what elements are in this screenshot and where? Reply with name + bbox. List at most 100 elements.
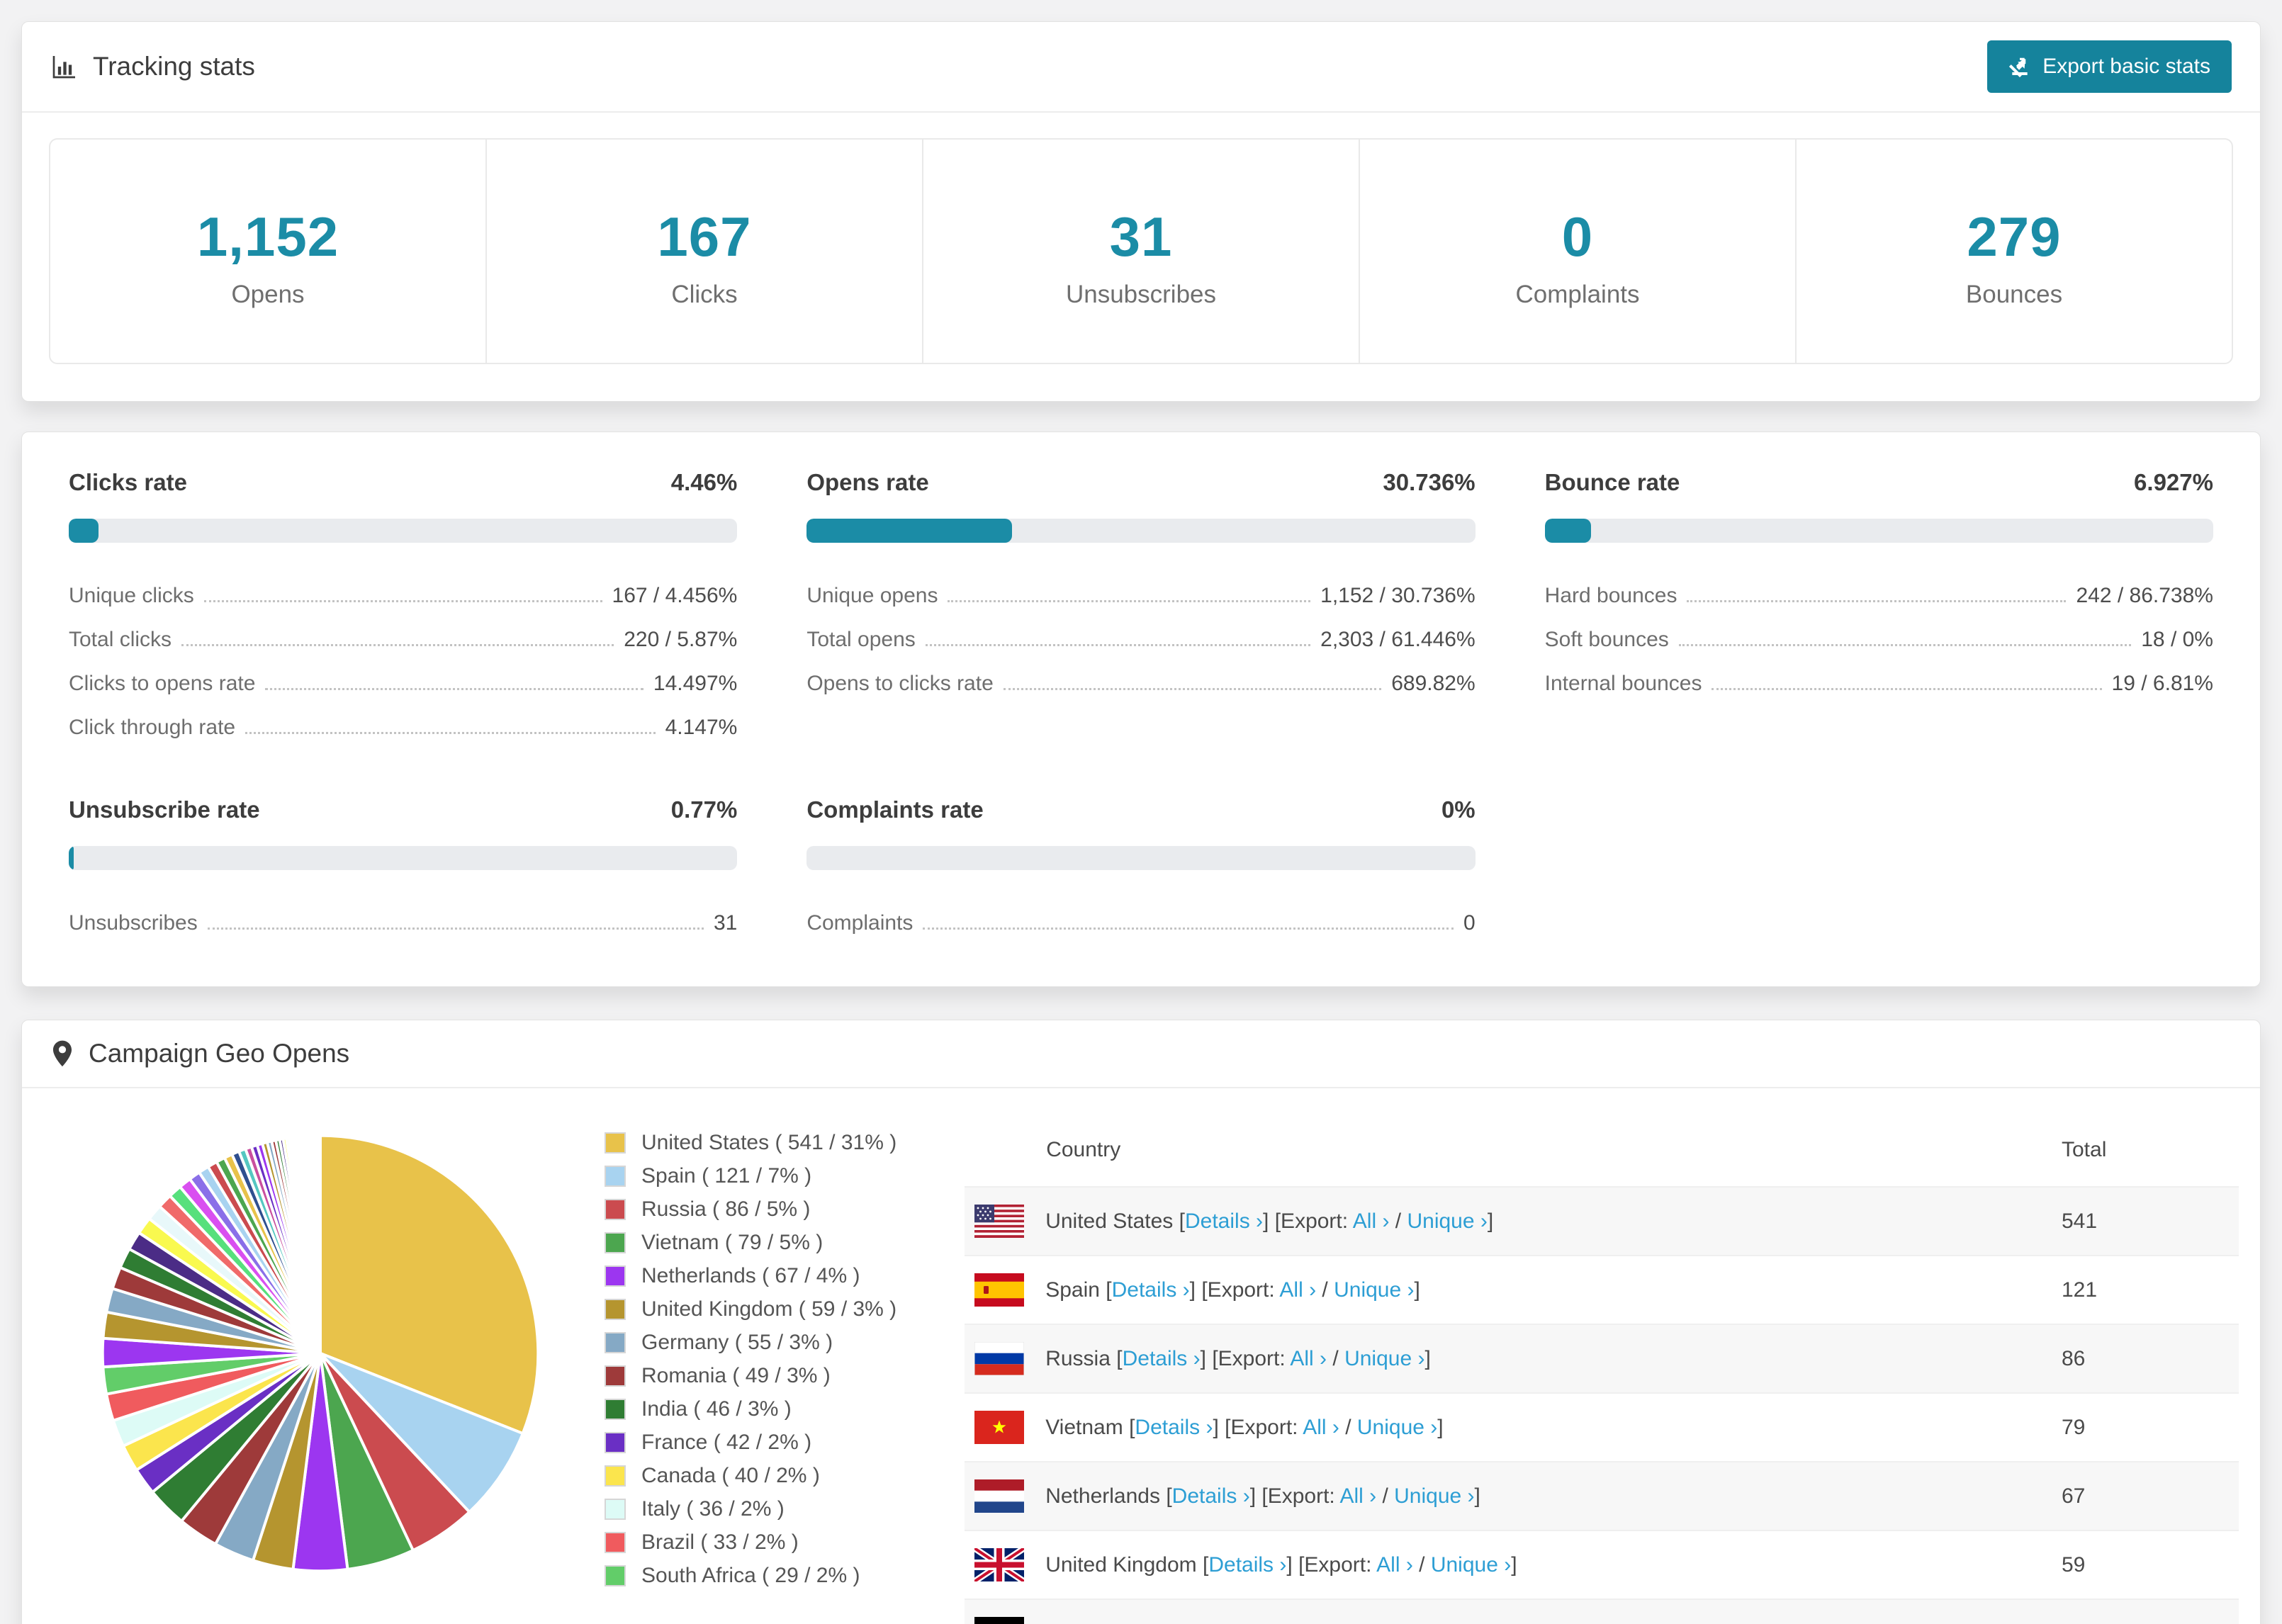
legend-swatch (605, 1132, 626, 1154)
table-header-row: Country Total (965, 1118, 2239, 1187)
legend-swatch (605, 1465, 626, 1487)
geo-table: Country Total United States [Details ›] … (965, 1118, 2239, 1624)
legend-label: Vietnam ( 79 / 5% ) (641, 1231, 824, 1254)
details-link[interactable]: Details › (1185, 1209, 1263, 1233)
details-link[interactable]: Details › (1112, 1278, 1190, 1302)
stat-complaints: 0 Complaints (1359, 140, 1795, 363)
rate-stat-label: Total clicks (69, 628, 172, 651)
legend-swatch (605, 1332, 626, 1353)
country-total: 59 (2062, 1530, 2239, 1599)
export-all-link[interactable]: All › (1339, 1484, 1376, 1508)
legend-label: Russia ( 86 / 5% ) (641, 1197, 811, 1221)
export-unique-link[interactable]: Unique › (1407, 1209, 1487, 1233)
geo-opens-header: Campaign Geo Opens (22, 1020, 2260, 1088)
country-name: United States (1045, 1209, 1174, 1233)
country-total: 55 (2062, 1598, 2239, 1624)
details-link[interactable]: Details › (1123, 1347, 1201, 1370)
rate-stat-row: Opens to clicks rate 689.82% (806, 662, 1475, 706)
dotted-leader (1712, 688, 2102, 690)
country-cell-text: Germany [Details ›] [Export: All › / Uni… (1045, 1622, 1453, 1624)
legend-swatch (605, 1565, 626, 1586)
export-all-link[interactable]: All › (1303, 1416, 1339, 1439)
rate-stat-value: 242 / 86.738% (2076, 584, 2213, 607)
export-all-link[interactable]: All › (1290, 1347, 1327, 1370)
rate-block-complaints-rate: Complaints rate 0% Complaints 0 (806, 796, 1476, 945)
country-cell-text: United States [Details ›] [Export: All ›… (1045, 1209, 1494, 1233)
export-all-link[interactable]: All › (1376, 1553, 1413, 1577)
rate-stat-row: Unique opens 1,152 / 30.736% (806, 574, 1475, 618)
legend-item: Spain ( 121 / 7% ) (605, 1164, 896, 1188)
dotted-leader (1678, 644, 2132, 646)
rate-stat-value: 31 (713, 911, 738, 935)
rate-title: Complaints rate (806, 796, 984, 823)
legend-label: Romania ( 49 / 3% ) (641, 1364, 831, 1387)
rate-stat-label: Clicks to opens rate (69, 672, 256, 695)
export-unique-link[interactable]: Unique › (1367, 1622, 1447, 1624)
country-name: Russia (1045, 1346, 1111, 1370)
flag-icon-ru (974, 1342, 1025, 1375)
rate-value: 0% (1441, 796, 1476, 823)
stat-opens: 1,152 Opens (50, 140, 485, 363)
export-unique-link[interactable]: Unique › (1344, 1347, 1424, 1370)
stats-strip: 1,152 Opens 167 Clicks 31 Unsubscribes 0… (49, 138, 2233, 364)
rate-progress-fill (1544, 519, 1591, 543)
export-all-link[interactable]: All › (1313, 1622, 1349, 1624)
legend-swatch (605, 1399, 626, 1420)
flag-icon-es (974, 1273, 1025, 1307)
export-unique-link[interactable]: Unique › (1334, 1278, 1414, 1302)
geo-pie-chart (69, 1118, 551, 1589)
legend-item: Romania ( 49 / 3% ) (605, 1364, 896, 1388)
dotted-leader (1003, 688, 1382, 690)
bar-chart-icon (50, 52, 79, 81)
export-all-link[interactable]: All › (1279, 1278, 1316, 1302)
dotted-leader (923, 927, 1454, 930)
legend-item: United States ( 541 / 31% ) (605, 1131, 896, 1155)
rate-stat-label: Unique opens (806, 584, 938, 607)
rate-stat-row: Hard bounces 242 / 86.738% (1545, 574, 2213, 618)
rate-stat-row: Clicks to opens rate 14.497% (69, 662, 737, 706)
legend-item: Italy ( 36 / 2% ) (605, 1497, 896, 1521)
legend-item: India ( 46 / 3% ) (605, 1397, 896, 1421)
legend-label: Italy ( 36 / 2% ) (641, 1497, 785, 1521)
rates-grid: Clicks rate 4.46% Unique clicks 167 / 4.… (22, 432, 2260, 986)
rate-stat-row: Unique clicks 167 / 4.456% (69, 574, 737, 618)
export-unique-link[interactable]: Unique › (1431, 1553, 1511, 1577)
dotted-leader (1687, 600, 2067, 602)
geo-table-row-vn: Vietnam [Details ›] [Export: All › / Uni… (965, 1392, 2239, 1462)
legend-label: India ( 46 / 3% ) (641, 1397, 792, 1421)
rate-stat-value: 0 (1463, 911, 1476, 935)
rate-value: 6.927% (2134, 469, 2213, 495)
rate-stat-value: 4.147% (665, 716, 738, 739)
legend-swatch (605, 1299, 626, 1320)
export-all-link[interactable]: All › (1353, 1209, 1390, 1233)
card-title-text: Tracking stats (93, 52, 255, 81)
rate-stat-label: Internal bounces (1544, 672, 1702, 695)
legend-swatch (605, 1265, 626, 1287)
rate-stat-row: Click through rate 4.147% (69, 706, 737, 750)
tracking-stats-card: Tracking stats Export basic stats 1,152 … (21, 21, 2261, 402)
stat-label: Opens (231, 281, 305, 308)
country-total: 79 (2062, 1392, 2239, 1462)
dotted-leader (265, 688, 643, 690)
legend-item: Vietnam ( 79 / 5% ) (605, 1231, 896, 1255)
card-title-text: Campaign Geo Opens (89, 1039, 350, 1068)
dotted-leader (203, 600, 602, 602)
legend-swatch (605, 1432, 626, 1453)
rate-progress-fill (806, 519, 1013, 543)
rate-stat-value: 19 / 6.81% (2111, 672, 2213, 695)
details-link[interactable]: Details › (1145, 1622, 1222, 1624)
details-link[interactable]: Details › (1172, 1484, 1250, 1508)
export-unique-link[interactable]: Unique › (1357, 1416, 1437, 1439)
rate-title: Bounce rate (1544, 469, 1680, 495)
legend-item: Germany ( 55 / 3% ) (605, 1331, 896, 1355)
flag-icon-vn (974, 1411, 1025, 1444)
stat-value: 1,152 (196, 205, 339, 268)
export-unique-link[interactable]: Unique › (1394, 1484, 1474, 1508)
rates-card: Clicks rate 4.46% Unique clicks 167 / 4.… (21, 432, 2261, 987)
tracking-stats-title: Tracking stats (50, 52, 255, 81)
details-link[interactable]: Details › (1135, 1416, 1213, 1439)
details-link[interactable]: Details › (1208, 1553, 1286, 1577)
rate-progress-fill (69, 846, 74, 870)
rate-stat-label: Hard bounces (1544, 584, 1677, 607)
export-basic-stats-button[interactable]: Export basic stats (1987, 40, 2232, 93)
